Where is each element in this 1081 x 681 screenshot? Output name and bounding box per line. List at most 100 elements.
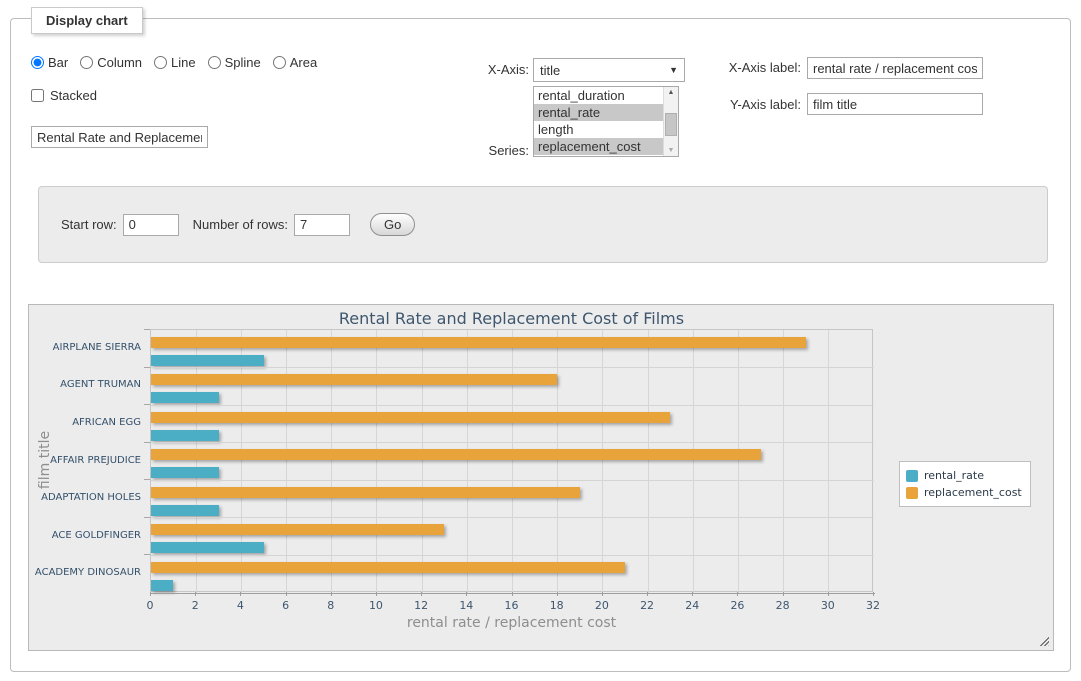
bar-rental_rate xyxy=(151,430,219,441)
chart-type-radio-area[interactable] xyxy=(273,56,286,69)
legend-swatch-icon xyxy=(906,487,918,499)
chart-type-radio-column[interactable] xyxy=(80,56,93,69)
y-gridline xyxy=(151,555,874,556)
x-tick-mark xyxy=(421,592,422,596)
chart-type-option-line: Line xyxy=(154,55,196,70)
x-gridline xyxy=(467,330,468,593)
row-range-panel: Start row: Number of rows: Go xyxy=(38,186,1048,263)
bar-replacement_cost xyxy=(151,412,670,423)
x-gridline xyxy=(196,330,197,593)
chart-type-label: Area xyxy=(290,55,317,70)
x-tick-mark xyxy=(557,592,558,596)
bar-replacement_cost xyxy=(151,337,806,348)
y-tick-mark xyxy=(144,442,150,443)
y-axis-label-input[interactable] xyxy=(807,93,983,115)
bar-rental_rate xyxy=(151,355,264,366)
chart-type-label: Line xyxy=(171,55,196,70)
x-tick-mark xyxy=(737,592,738,596)
y-gridline xyxy=(151,517,874,518)
x-gridline xyxy=(376,330,377,593)
x-tick-label: 24 xyxy=(672,599,712,612)
category-label: AFFAIR PREJUDICE xyxy=(29,455,141,466)
category-label: AIRPLANE SIERRA xyxy=(29,342,141,353)
start-row-input[interactable] xyxy=(123,214,179,236)
x-tick-mark xyxy=(512,592,513,596)
category-label: ACE GOLDFINGER xyxy=(29,530,141,541)
chart-title-input[interactable] xyxy=(31,126,208,148)
y-tick-mark xyxy=(144,479,150,480)
scroll-up-icon[interactable]: ▲ xyxy=(664,89,678,96)
x-axis-label-input[interactable] xyxy=(807,57,983,79)
x-tick-label: 18 xyxy=(537,599,577,612)
series-list-label: Series: xyxy=(381,143,529,158)
x-tick-label: 28 xyxy=(763,599,803,612)
scrollbar-thumb[interactable] xyxy=(665,113,677,136)
x-gridline xyxy=(422,330,423,593)
x-gridline xyxy=(331,330,332,593)
series-option-replacement_cost[interactable]: replacement_cost xyxy=(534,138,663,155)
legend-label: rental_rate xyxy=(924,469,984,482)
category-label: ACADEMY DINOSAUR xyxy=(29,567,141,578)
legend-item-replacement_cost[interactable]: replacement_cost xyxy=(906,484,1022,501)
x-axis-label-caption: X-Axis label: xyxy=(611,60,801,75)
bar-replacement_cost xyxy=(151,449,761,460)
x-gridline xyxy=(783,330,784,593)
chart-type-option-spline: Spline xyxy=(208,55,261,70)
chart-type-radio-line[interactable] xyxy=(154,56,167,69)
start-row-label: Start row: xyxy=(61,217,117,232)
stacked-row: Stacked xyxy=(31,88,97,103)
chart-type-radio-spline[interactable] xyxy=(208,56,221,69)
bar-replacement_cost xyxy=(151,562,625,573)
x-tick-mark xyxy=(150,592,151,596)
x-tick-mark xyxy=(331,592,332,596)
x-tick-label: 26 xyxy=(717,599,757,612)
y-tick-mark xyxy=(144,367,150,368)
x-tick-label: 4 xyxy=(220,599,260,612)
chart-type-label: Column xyxy=(97,55,142,70)
bar-replacement_cost xyxy=(151,524,444,535)
legend-item-rental_rate[interactable]: rental_rate xyxy=(906,467,1022,484)
chart-type-label: Spline xyxy=(225,55,261,70)
y-tick-mark xyxy=(144,404,150,405)
category-label: AGENT TRUMAN xyxy=(29,379,141,390)
y-gridline xyxy=(151,367,874,368)
x-tick-mark xyxy=(286,592,287,596)
series-option-length[interactable]: length xyxy=(534,121,663,138)
go-button[interactable]: Go xyxy=(370,213,415,236)
plot-area xyxy=(150,329,873,592)
chart-type-option-bar: Bar xyxy=(31,55,68,70)
stacked-checkbox[interactable] xyxy=(31,89,44,102)
scroll-down-icon[interactable]: ▼ xyxy=(664,147,678,154)
bar-rental_rate xyxy=(151,392,219,403)
x-gridline xyxy=(648,330,649,593)
resize-handle-icon[interactable] xyxy=(1038,635,1049,646)
x-tick-mark xyxy=(783,592,784,596)
x-tick-label: 16 xyxy=(492,599,532,612)
chart-title: Rental Rate and Replacement Cost of Film… xyxy=(150,309,873,328)
chart-type-radio-bar[interactable] xyxy=(31,56,44,69)
y-gridline xyxy=(151,405,874,406)
x-tick-label: 20 xyxy=(582,599,622,612)
page: Display chart Bar Column Line Spline Area St… xyxy=(0,0,1081,681)
x-tick-label: 2 xyxy=(175,599,215,612)
x-tick-mark xyxy=(647,592,648,596)
x-tick-label: 8 xyxy=(311,599,351,612)
num-rows-input[interactable] xyxy=(294,214,350,236)
bar-rental_rate xyxy=(151,505,219,516)
x-tick-label: 12 xyxy=(401,599,441,612)
fieldset-legend: Display chart xyxy=(31,7,143,34)
y-gridline xyxy=(151,480,874,481)
bar-replacement_cost xyxy=(151,374,557,385)
x-tick-mark xyxy=(828,592,829,596)
x-tick-label: 10 xyxy=(356,599,396,612)
x-gridline xyxy=(286,330,287,593)
x-gridline xyxy=(693,330,694,593)
chart-type-radio-group: Bar Column Line Spline Area xyxy=(31,55,325,70)
legend-label: replacement_cost xyxy=(924,486,1022,499)
x-tick-label: 6 xyxy=(266,599,306,612)
x-axis-select-label: X-Axis: xyxy=(381,62,529,77)
bar-rental_rate xyxy=(151,542,264,553)
y-axis-label-caption: Y-Axis label: xyxy=(611,97,801,112)
chart-type-label: Bar xyxy=(48,55,68,70)
y-tick-mark xyxy=(144,329,150,330)
